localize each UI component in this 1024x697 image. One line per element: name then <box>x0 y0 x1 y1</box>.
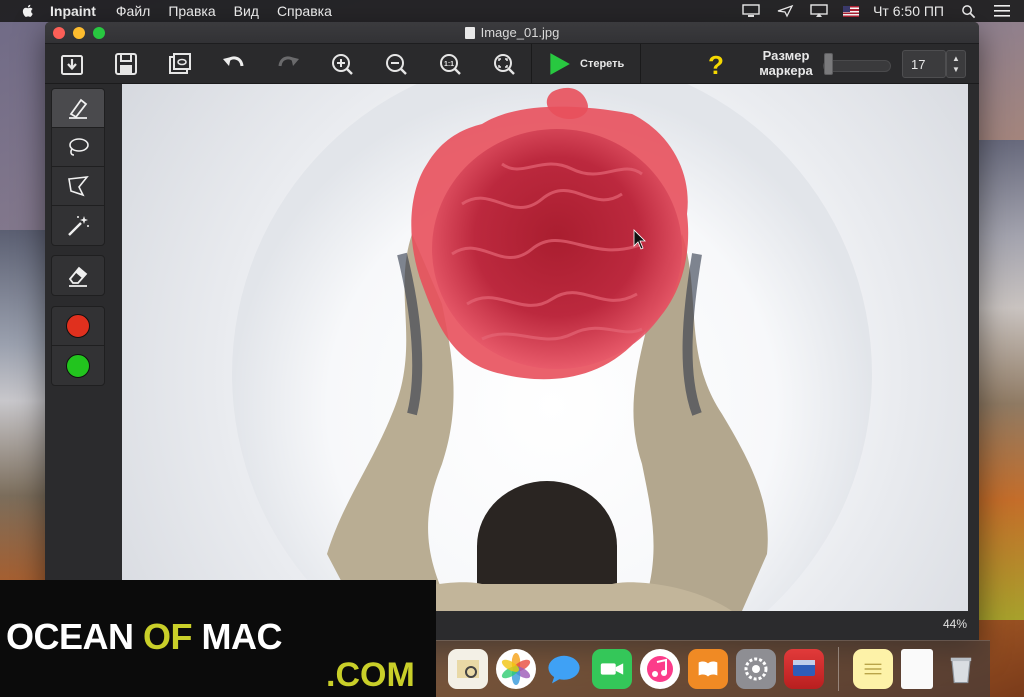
preview-button[interactable] <box>153 44 207 84</box>
svg-text:1:1: 1:1 <box>444 61 454 68</box>
document-icon <box>464 26 475 39</box>
dock-books-icon[interactable] <box>688 649 728 689</box>
zoom-in-button[interactable] <box>315 44 369 84</box>
tool-sidebar <box>45 84 121 640</box>
watermark-word-mac: MAC <box>201 616 283 657</box>
watermark-line1: OCEAN OF MAC <box>6 616 283 658</box>
dock-music-icon[interactable] <box>640 649 680 689</box>
green-color-swatch <box>66 353 90 378</box>
keep-color-tool[interactable] <box>52 346 104 385</box>
save-icon <box>115 52 137 75</box>
zoom-in-icon <box>332 53 353 75</box>
menu-file[interactable]: Файл <box>116 3 150 19</box>
dock-document-icon[interactable] <box>901 649 933 689</box>
menu-clock[interactable]: Чт 6:50 ПП <box>873 3 944 19</box>
eraser-icon <box>68 266 88 287</box>
stepper-down-icon[interactable]: ▼ <box>952 64 960 75</box>
dock-photos-icon[interactable] <box>496 649 536 689</box>
marker-tool[interactable] <box>52 89 104 128</box>
dock-notes-icon[interactable] <box>853 649 893 689</box>
dock-preview-icon[interactable] <box>448 649 488 689</box>
marker-size-label-line2: маркера <box>759 63 813 78</box>
redo-button[interactable] <box>261 44 315 84</box>
help-button[interactable]: ? <box>705 50 727 81</box>
toolbar-separator <box>640 43 642 84</box>
watermark-line2: .COM <box>326 656 415 694</box>
dock-facetime-icon[interactable] <box>592 649 632 689</box>
dock-trash-icon[interactable] <box>941 649 981 689</box>
dock-inpaint-icon[interactable] <box>784 649 824 689</box>
menu-bar: Inpaint Файл Правка Вид Справка Чт 6:50 … <box>0 0 1024 22</box>
marker-size-input[interactable]: 17 <box>902 50 946 78</box>
remove-color-tool[interactable] <box>52 307 104 346</box>
monitor-icon[interactable] <box>741 4 761 18</box>
zoom-level: 44% <box>942 617 967 631</box>
preview-icon <box>169 52 191 74</box>
polygon-lasso-tool[interactable] <box>52 167 104 206</box>
lasso-icon <box>69 138 89 156</box>
open-icon <box>61 54 83 75</box>
marker-icon <box>69 98 88 119</box>
window-title-text: Image_01.jpg <box>480 25 560 40</box>
dock-system-preferences-icon[interactable] <box>736 649 776 689</box>
stepper-up-icon[interactable]: ▲ <box>952 53 960 64</box>
lasso-tool[interactable] <box>52 128 104 167</box>
marker-size-label: Размер маркера <box>751 48 821 78</box>
erase-button-label: Стереть <box>580 57 625 70</box>
undo-button[interactable] <box>207 44 261 84</box>
redo-icon <box>278 55 299 66</box>
zoom-fit-icon <box>494 53 515 75</box>
window-title: Image_01.jpg <box>45 25 979 40</box>
title-bar: Image_01.jpg <box>45 22 979 44</box>
menu-help[interactable]: Справка <box>277 3 332 19</box>
apple-icon[interactable] <box>20 3 36 19</box>
undo-icon <box>223 55 244 66</box>
hamburger-icon[interactable] <box>992 4 1012 18</box>
marker-size-slider-thumb[interactable] <box>824 53 833 75</box>
red-color-swatch <box>66 314 90 338</box>
open-button[interactable] <box>45 44 99 84</box>
magic-wand-icon <box>68 215 89 236</box>
search-icon[interactable] <box>958 4 978 18</box>
us-flag-icon[interactable] <box>843 5 860 17</box>
watermark-word-ocean: OCEAN <box>6 616 134 657</box>
watermark: OCEAN OF MAC .COM <box>0 580 436 697</box>
erase-button[interactable]: Стереть <box>532 44 640 84</box>
actual-size-button[interactable]: 1:1 <box>423 44 477 84</box>
menu-view[interactable]: Вид <box>234 3 259 19</box>
color-tools <box>51 306 105 386</box>
play-icon <box>550 52 570 75</box>
zoom-actual-size-icon: 1:1 <box>440 53 461 75</box>
eraser-tool[interactable] <box>52 256 104 295</box>
airplay-icon[interactable] <box>809 4 829 18</box>
dock-divider <box>838 647 839 691</box>
zoom-out-icon <box>386 53 407 75</box>
menu-app-name[interactable]: Inpaint <box>50 3 96 19</box>
marker-size-slider[interactable] <box>823 60 891 72</box>
zoom-out-button[interactable] <box>369 44 423 84</box>
eraser-tools <box>51 255 105 296</box>
selection-tools <box>51 88 105 246</box>
dock-messages-icon[interactable] <box>544 649 584 689</box>
magic-wand-tool[interactable] <box>52 206 104 245</box>
zoom-fit-button[interactable] <box>477 44 531 84</box>
send-icon[interactable] <box>775 4 795 18</box>
marker-size-label-line1: Размер <box>762 48 810 63</box>
menu-edit[interactable]: Правка <box>168 3 215 19</box>
watermark-word-of: OF <box>143 616 193 657</box>
edited-image <box>232 84 872 611</box>
app-window: Image_01.jpg 1:1 Стереть ? Размер маркер… <box>45 22 979 640</box>
polygon-lasso-icon <box>68 175 89 197</box>
save-button[interactable] <box>99 44 153 84</box>
toolbar: 1:1 Стереть ? Размер маркера 17 ▲ ▼ <box>45 43 979 84</box>
image-canvas[interactable] <box>122 84 968 611</box>
marker-size-stepper[interactable]: ▲ ▼ <box>946 50 966 78</box>
